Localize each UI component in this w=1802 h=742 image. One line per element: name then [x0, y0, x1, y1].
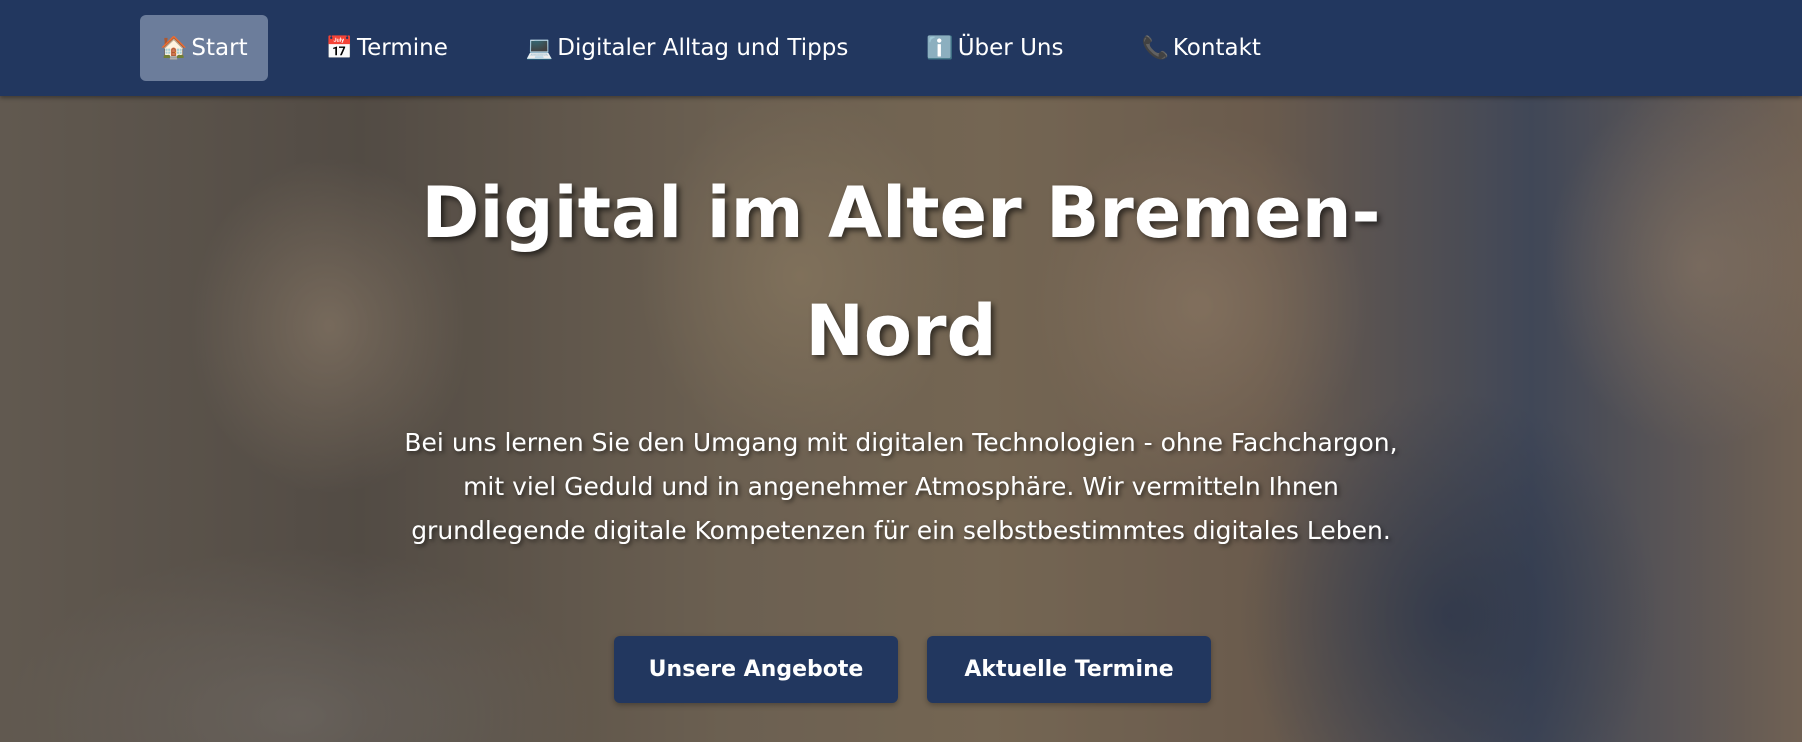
- house-icon: 🏠: [160, 35, 188, 61]
- hero-content: Digital im Alter Bremen-Nord Bei uns ler…: [0, 96, 1802, 742]
- hero-description: Bei uns lernen Sie den Umgang mit digita…: [404, 428, 1398, 545]
- hero-title: Digital im Alter Bremen-Nord: [421, 172, 1381, 372]
- nav-item-label: Über Uns: [957, 35, 1064, 61]
- laptop-icon: 💻: [525, 35, 554, 61]
- calendar-icon: 📅: [325, 35, 353, 61]
- nav-item-label: Digitaler Alltag und Tipps: [557, 35, 849, 61]
- nav-item-ueber-uns[interactable]: ℹ️ Über Uns: [906, 15, 1083, 81]
- info-icon: ℹ️: [926, 35, 954, 61]
- nav-item-termine[interactable]: 📅 Termine: [306, 15, 468, 81]
- phone-icon: 📞: [1141, 35, 1169, 61]
- nav-item-label: Termine: [357, 35, 448, 61]
- offers-button[interactable]: Unsere Angebote: [614, 636, 898, 703]
- hero-section: Digital im Alter Bremen-Nord Bei uns ler…: [0, 96, 1802, 742]
- nav-item-label: Kontakt: [1172, 35, 1261, 61]
- nav-item-label: Start: [191, 35, 248, 61]
- current-dates-button[interactable]: Aktuelle Termine: [927, 636, 1211, 703]
- nav-item-digitaler-alltag[interactable]: 💻 Digitaler Alltag und Tipps: [506, 15, 868, 81]
- nav-item-start[interactable]: 🏠 Start: [140, 15, 268, 81]
- nav-list: 🏠 Start 📅 Termine 💻 Digitaler Alltag und…: [140, 15, 1319, 81]
- nav-item-kontakt[interactable]: 📞 Kontakt: [1121, 15, 1280, 81]
- main-navbar: 🏠 Start 📅 Termine 💻 Digitaler Alltag und…: [0, 0, 1802, 96]
